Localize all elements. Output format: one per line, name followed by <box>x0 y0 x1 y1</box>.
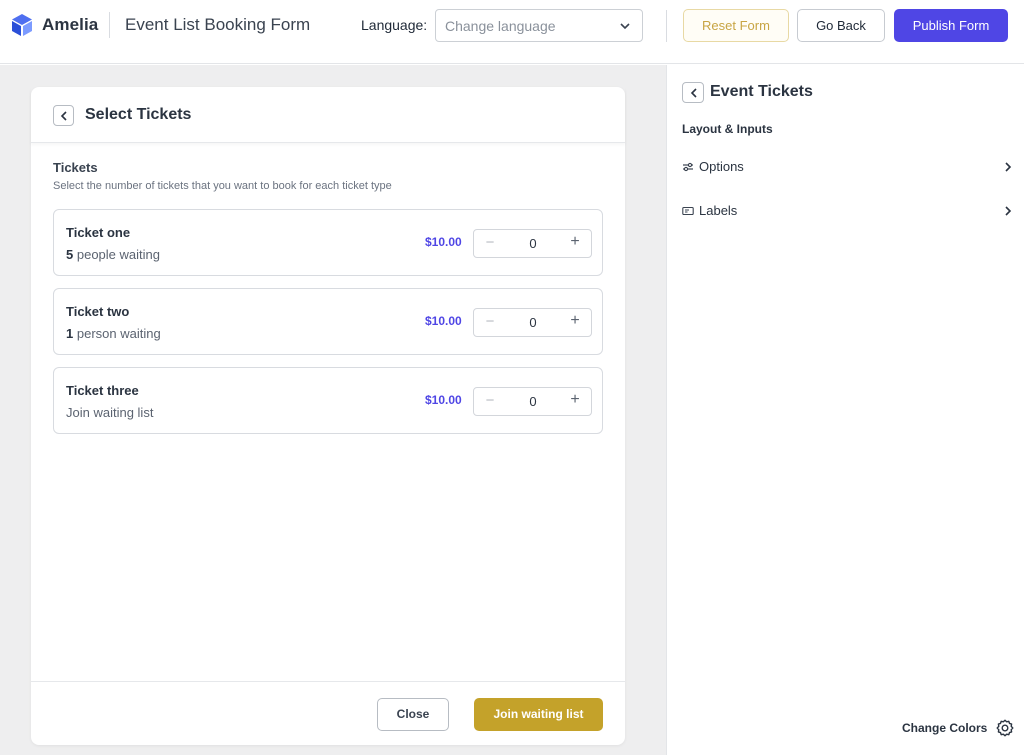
ticket-name: Ticket two <box>66 304 130 319</box>
panel-item-labels[interactable]: Labels <box>682 201 1014 223</box>
ticket-waiting: 1 person waiting <box>66 326 161 341</box>
chevron-right-icon <box>1005 162 1012 172</box>
page-title: Event List Booking Form <box>125 15 311 34</box>
chevron-left-icon <box>60 111 67 121</box>
gear-icon[interactable] <box>995 718 1015 738</box>
ticket-card: Ticket one 5 people waiting $10.00 − 0 + <box>53 209 603 276</box>
top-bar: Amelia Event List Booking Form Language:… <box>0 0 1024 64</box>
decrement-button[interactable]: − <box>480 313 500 330</box>
publish-form-button[interactable]: Publish Form <box>894 9 1008 42</box>
amelia-logo-icon <box>12 14 32 36</box>
tickets-section-subtitle: Select the number of tickets that you wa… <box>53 180 392 192</box>
increment-button[interactable]: + <box>565 391 585 409</box>
join-waiting-list-button[interactable]: Join waiting list <box>474 698 603 731</box>
reset-form-button[interactable]: Reset Form <box>683 9 789 42</box>
booking-form-card: Select Tickets Tickets Select the number… <box>31 87 625 745</box>
panel-item-label: Options <box>699 159 744 174</box>
ticket-price: $10.00 <box>425 235 462 249</box>
decrement-button[interactable]: − <box>480 234 500 251</box>
quantity-stepper: − 0 + <box>473 387 592 416</box>
preview-canvas: Select Tickets Tickets Select the number… <box>0 65 666 755</box>
ticket-price: $10.00 <box>425 393 462 407</box>
ticket-card: Ticket three Join waiting list $10.00 − … <box>53 367 603 434</box>
quantity-stepper: − 0 + <box>473 308 592 337</box>
waiting-text: people waiting <box>76 247 160 262</box>
ticket-price: $10.00 <box>425 314 462 328</box>
divider <box>109 12 110 38</box>
form-back-button[interactable] <box>53 105 74 126</box>
form-header: Select Tickets <box>31 87 625 143</box>
waiting-text: person waiting <box>76 326 161 341</box>
panel-section-title: Layout & Inputs <box>682 122 773 136</box>
panel-item-label: Labels <box>699 203 738 218</box>
language-placeholder: Change language <box>445 18 556 34</box>
panel-title: Event Tickets <box>710 83 813 100</box>
settings-panel: Event Tickets Layout & Inputs Options La… <box>666 65 1024 755</box>
tickets-section-title: Tickets <box>53 160 98 175</box>
waiting-count: 1 <box>66 326 74 341</box>
quantity-input[interactable]: 0 <box>514 236 552 251</box>
increment-button[interactable]: + <box>565 312 585 330</box>
go-back-button[interactable]: Go Back <box>797 9 885 42</box>
label-tag-icon <box>682 206 694 216</box>
quantity-input[interactable]: 0 <box>514 315 552 330</box>
ticket-card: Ticket two 1 person waiting $10.00 − 0 + <box>53 288 603 355</box>
change-colors-label[interactable]: Change Colors <box>902 721 987 735</box>
waiting-count: 5 <box>66 247 74 262</box>
language-label: Language: <box>361 17 428 33</box>
ticket-waiting: Join waiting list <box>66 405 153 420</box>
panel-item-options[interactable]: Options <box>682 157 1014 179</box>
increment-button[interactable]: + <box>565 233 585 251</box>
chevron-left-icon <box>690 88 697 98</box>
divider <box>666 10 667 42</box>
panel-back-button[interactable] <box>682 82 704 103</box>
ticket-name: Ticket three <box>66 383 139 398</box>
ticket-waiting: 5 people waiting <box>66 247 160 262</box>
brand-name: Amelia <box>42 15 99 34</box>
form-title: Select Tickets <box>85 106 192 123</box>
waiting-text: Join waiting list <box>66 405 154 420</box>
quantity-input[interactable]: 0 <box>514 394 552 409</box>
form-footer: Close Join waiting list <box>31 681 625 745</box>
chevron-down-icon <box>620 23 630 30</box>
ticket-name: Ticket one <box>66 225 131 240</box>
language-select[interactable]: Change language <box>435 9 643 42</box>
quantity-stepper: − 0 + <box>473 229 592 258</box>
chevron-right-icon <box>1005 206 1012 216</box>
sliders-icon <box>683 162 693 172</box>
decrement-button[interactable]: − <box>480 392 500 409</box>
close-button[interactable]: Close <box>377 698 449 731</box>
